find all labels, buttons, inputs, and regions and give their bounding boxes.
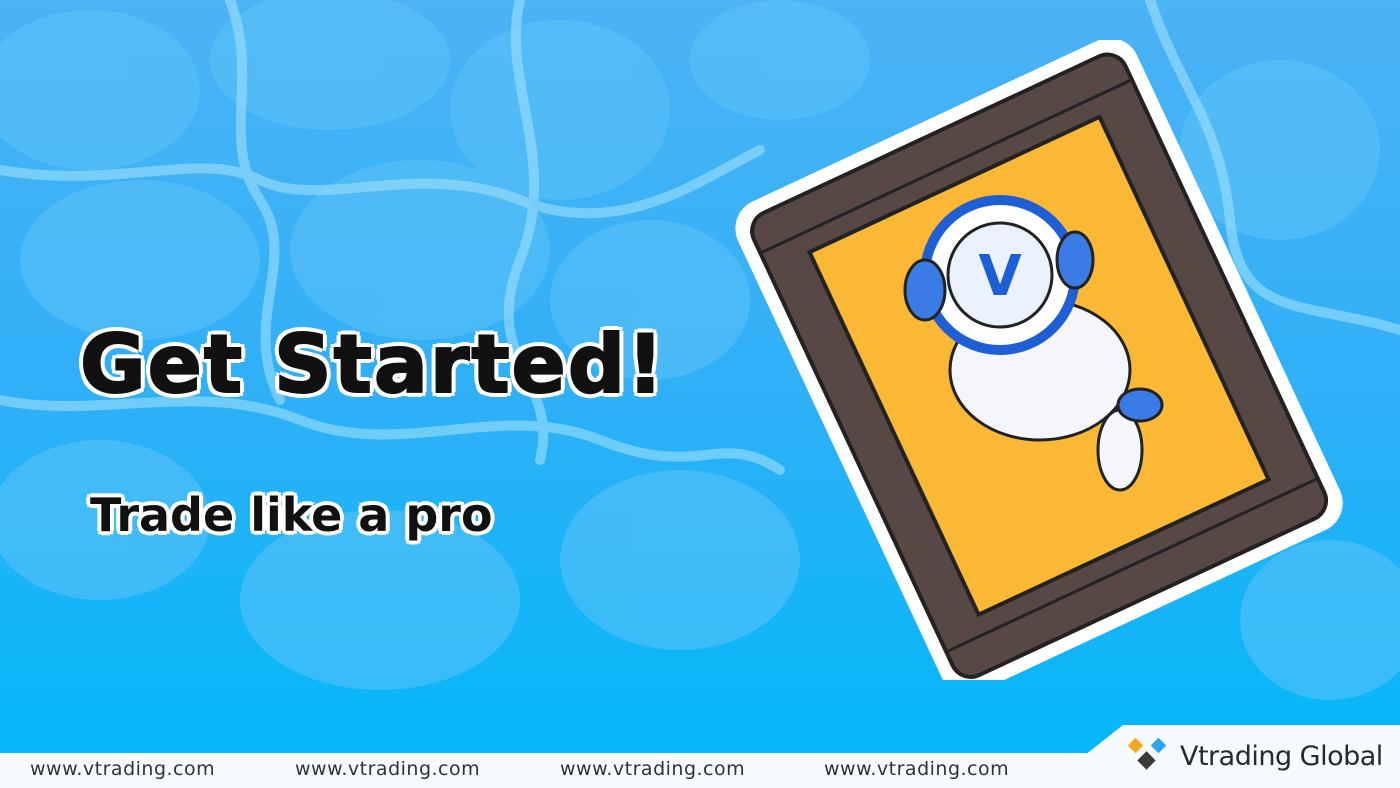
subheadline: Trade like a pro (90, 488, 493, 542)
brand-logo: Vtrading Global (1128, 738, 1383, 774)
footer-url[interactable]: www.vtrading.com (560, 758, 745, 780)
footer-url[interactable]: www.vtrading.com (824, 758, 1009, 780)
raft-illustration: V (735, 40, 1343, 680)
headline: Get Started! (79, 317, 666, 412)
footer-url[interactable]: www.vtrading.com (295, 758, 480, 780)
svg-text:V: V (978, 244, 1022, 309)
footer-url[interactable]: www.vtrading.com (30, 758, 215, 780)
brand-name: Vtrading Global (1180, 740, 1383, 772)
brand-diamonds-icon (1128, 738, 1167, 770)
